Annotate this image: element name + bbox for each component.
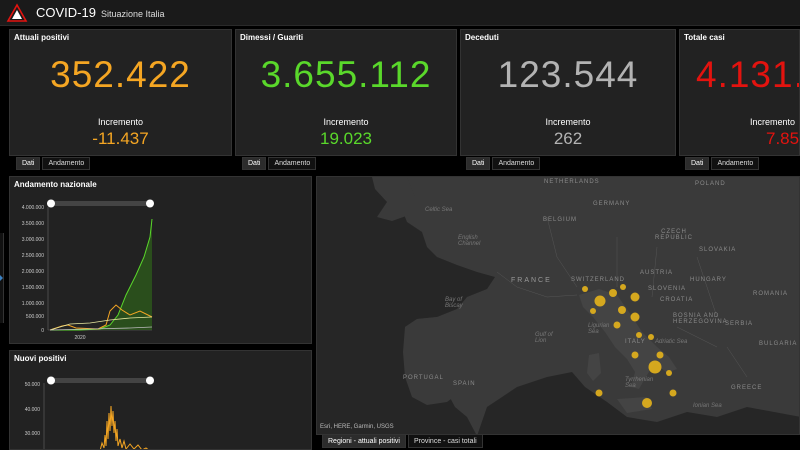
tab-andamento[interactable]: Andamento xyxy=(711,157,760,170)
y-tick-label: 1.000.000 xyxy=(22,301,44,307)
map-label: SLOVAKIA xyxy=(699,247,737,253)
card-tabs: Dati Andamento xyxy=(685,157,760,170)
header-bar: COVID-19 Situazione Italia xyxy=(0,0,800,26)
map-label: ITALY xyxy=(625,339,646,345)
map-label: English Channel xyxy=(458,235,481,247)
map-label: Gulf of Lion xyxy=(535,332,553,344)
range-slider-handle-right[interactable] xyxy=(146,376,154,385)
y-tick-label: 40.000 xyxy=(25,407,41,413)
y-tick-label: 2.000.000 xyxy=(22,269,44,275)
y-tick-label: 4.000.000 xyxy=(22,205,44,211)
series-new-positive-line xyxy=(99,405,149,449)
trend-chart: 4.000.000 3.500.000 3.000.000 2.500.000 … xyxy=(22,199,154,341)
card-label: Totale casi xyxy=(684,33,725,42)
map-label: Ionian Sea xyxy=(693,403,722,409)
tab-dati[interactable]: Dati xyxy=(466,157,491,170)
map-label: ROMANIA xyxy=(753,291,789,297)
map-label: CROATIA xyxy=(660,297,694,303)
card-tabs: Dati Andamento xyxy=(16,157,91,170)
map-label: Adriatic Sea xyxy=(655,339,688,345)
card-increment-label: Incremento xyxy=(750,117,796,127)
range-slider-handle-left[interactable] xyxy=(47,376,55,385)
map-label: CZECH REPUBLIC xyxy=(655,229,694,241)
card-increment-label: Incremento xyxy=(323,117,369,127)
map-label: PORTUGAL xyxy=(403,375,444,381)
map-label: BELGIUM xyxy=(543,217,578,223)
tab-regioni[interactable]: Regioni - attuali positivi xyxy=(322,434,406,448)
card-deceduti: Deceduti 123.544 Incremento 262 xyxy=(460,29,676,156)
card-label: Dimessi / Guariti xyxy=(240,33,304,42)
map-label: GERMANY xyxy=(593,201,631,207)
card-label: Attuali positivi xyxy=(14,33,70,42)
card-increment-label: Incremento xyxy=(545,117,591,127)
land-britain xyxy=(372,177,415,221)
chevron-right-icon xyxy=(0,275,3,281)
app-subtitle: Situazione Italia xyxy=(100,8,165,19)
y-tick-label: 1.500.000 xyxy=(22,285,44,291)
card-increment-value: 7.852 xyxy=(766,129,800,148)
map-label: SERBIA xyxy=(725,321,754,327)
range-slider-handle-right[interactable] xyxy=(146,199,154,208)
map-basemap xyxy=(317,177,799,434)
new-positive-panel: Nuovi positivi 50.000 40.000 30.000 xyxy=(9,350,312,450)
map-label: NETHERLANDS xyxy=(544,179,600,185)
map-label: SPAIN xyxy=(453,381,476,387)
map-label: POLAND xyxy=(695,181,726,187)
side-panel-toggle[interactable] xyxy=(0,233,4,323)
y-tick-label: 50.000 xyxy=(25,382,41,388)
y-tick-label: 3.000.000 xyxy=(22,237,44,243)
map-label: Tyrrhenian Sea xyxy=(625,377,654,389)
card-value: 3.655.112 xyxy=(260,54,432,95)
y-tick-label: 30.000 xyxy=(25,431,41,437)
range-slider-track[interactable] xyxy=(51,378,150,383)
card-increment-label: Incremento xyxy=(97,117,144,127)
tab-andamento[interactable]: Andamento xyxy=(42,157,91,170)
card-attuali-positivi: Attuali positivi 352.422 Incremento -11.… xyxy=(9,29,232,156)
map-attribution: Esri, HERE, Garmin, USGS xyxy=(320,424,394,430)
map-label: GREECE xyxy=(731,385,763,391)
map-label: SLOVENIA xyxy=(648,286,687,292)
app-title: COVID-19 xyxy=(36,5,96,20)
card-increment-value: 19.023 xyxy=(320,129,372,148)
range-slider-track[interactable] xyxy=(51,201,150,206)
tab-province[interactable]: Province - casi totali xyxy=(407,434,483,448)
map-label: BOSNIA AND HERZEGOVINA xyxy=(673,313,728,325)
map-label: HUNGARY xyxy=(690,277,727,283)
card-increment-value: -11.437 xyxy=(92,129,149,148)
tab-dati[interactable]: Dati xyxy=(685,157,710,170)
y-tick-label: 2.500.000 xyxy=(22,253,44,259)
card-totale-casi: Totale casi 4.131. Incremento 7.852 xyxy=(679,29,800,156)
y-tick-label: 0 xyxy=(41,328,44,334)
y-tick-label: 500.000 xyxy=(26,314,44,320)
card-label: Deceduti xyxy=(465,33,499,42)
map-label: Celtic Sea xyxy=(425,207,453,213)
card-tabs: Dati Andamento xyxy=(466,157,541,170)
tab-andamento[interactable]: Andamento xyxy=(268,157,317,170)
covid-dashboard-logo-icon xyxy=(6,2,28,22)
card-value: 352.422 xyxy=(50,54,191,95)
map-label: Ligurian Sea xyxy=(588,323,610,335)
map-label: BULGARIA xyxy=(759,341,798,347)
new-positive-chart: 50.000 40.000 30.000 xyxy=(25,376,154,449)
tab-dati[interactable]: Dati xyxy=(16,157,41,170)
card-value: 4.131. xyxy=(696,54,800,95)
map-tabs: Regioni - attuali positivi Province - ca… xyxy=(322,434,483,448)
card-dimessi-guariti: Dimessi / Guariti 3.655.112 Incremento 1… xyxy=(235,29,457,156)
card-tabs: Dati Andamento xyxy=(242,157,317,170)
card-value: 123.544 xyxy=(497,54,639,95)
tab-andamento[interactable]: Andamento xyxy=(492,157,541,170)
range-slider-handle-left[interactable] xyxy=(47,199,55,208)
trend-panel: Andamento nazionale 4.000.000 3.500.000 … xyxy=(9,176,312,344)
map-label: SWITZERLAND xyxy=(571,277,626,283)
x-tick-label: 2020 xyxy=(74,335,85,341)
tab-dati[interactable]: Dati xyxy=(242,157,267,170)
map-label: FRANCE xyxy=(511,277,552,284)
card-increment-value: 262 xyxy=(553,129,583,148)
map-label: Bay of Biscay xyxy=(445,297,463,309)
map-view[interactable]: NETHERLANDS POLAND GERMANY BELGIUM Celti… xyxy=(316,176,800,435)
y-tick-label: 3.500.000 xyxy=(22,221,44,227)
map-label: AUSTRIA xyxy=(640,270,674,276)
